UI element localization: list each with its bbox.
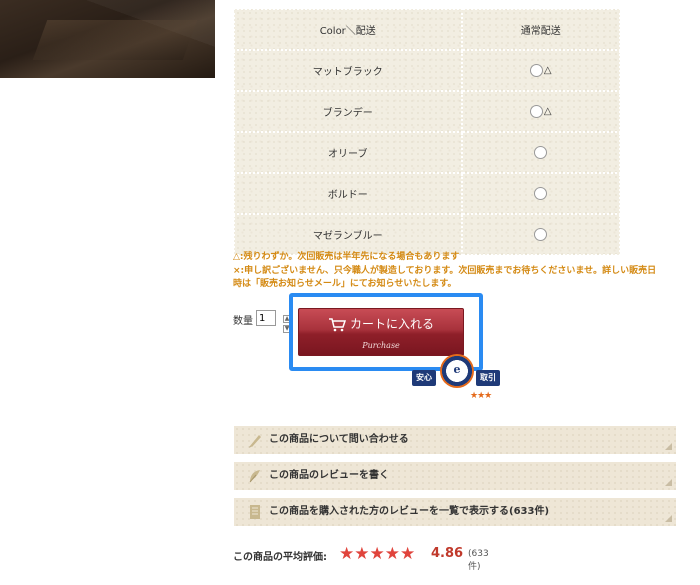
- corner-arrow-icon: [665, 443, 672, 450]
- header-color: Color＼配送: [233, 8, 463, 51]
- inquiry-label: この商品について問い合わせる: [269, 434, 409, 445]
- seal-emblem-icon: e: [440, 354, 474, 388]
- add-to-cart-button[interactable]: カートに入れる Purchase: [298, 308, 464, 356]
- color-radio[interactable]: [529, 105, 543, 118]
- seal-left-text: 安心: [412, 370, 436, 386]
- table-header-row: Color＼配送 通常配送: [233, 8, 621, 51]
- rating-stars: ★★★★★: [339, 544, 416, 564]
- feather-icon: [249, 470, 260, 483]
- note-sold-out-cont: 時は「販売お知らせメール」にてお知らせいたします。: [233, 279, 457, 289]
- shopping-cart-icon: [328, 317, 346, 331]
- product-image: [0, 0, 215, 78]
- write-review-link[interactable]: この商品のレビューを書く: [234, 462, 676, 490]
- header-shipping: 通常配送: [460, 8, 621, 51]
- note-sold-out: ×:申し訳ございません、只今職人が製造しております。次回販売までお待ちくださいま…: [233, 265, 657, 276]
- seal-right-text: 取引: [476, 370, 500, 386]
- trust-seal: 安心 e 取引 ★★★: [412, 354, 500, 404]
- table-row: マットブラック △: [233, 49, 621, 92]
- table-row: ブランデー △: [233, 90, 621, 133]
- table-row: マゼランブルー: [233, 213, 621, 256]
- color-name: オリーブ: [233, 131, 463, 174]
- cart-button-sublabel: Purchase: [362, 341, 400, 350]
- pen-icon: [249, 435, 261, 448]
- color-radio[interactable]: [534, 228, 548, 241]
- table-row: ボルドー: [233, 172, 621, 215]
- color-name: マットブラック: [233, 49, 463, 92]
- color-name: ブランデー: [233, 90, 463, 133]
- seal-stars: ★★★: [470, 391, 492, 401]
- note-few-left: △:残りわずか。次回販売は半年先になる場合もあります: [233, 252, 460, 262]
- stock-notes: △:残りわずか。次回販売は半年先になる場合もあります ×:申し訳ございません、只…: [233, 251, 693, 292]
- cart-button-label: カートに入れる: [349, 317, 434, 331]
- document-icon: [250, 505, 260, 519]
- inquiry-link[interactable]: この商品について問い合わせる: [234, 426, 676, 454]
- table-row: オリーブ: [233, 131, 621, 174]
- quantity-input[interactable]: [256, 310, 276, 326]
- color-radio[interactable]: [534, 187, 548, 200]
- rating-label: この商品の平均評価:: [233, 552, 327, 563]
- color-name: マゼランブルー: [233, 213, 463, 256]
- stock-mark: △: [543, 105, 552, 117]
- quantity-label: 数量: [233, 316, 253, 327]
- write-review-label: この商品のレビューを書く: [269, 470, 389, 481]
- color-name: ボルドー: [233, 172, 463, 215]
- corner-arrow-icon: [665, 479, 672, 486]
- review-list-link[interactable]: この商品を購入された方のレビューを一覧で表示する(633件): [234, 498, 676, 526]
- rating-count: (633件): [468, 549, 489, 572]
- corner-arrow-icon: [665, 515, 672, 522]
- stock-mark: △: [543, 64, 552, 76]
- color-radio[interactable]: [529, 64, 543, 77]
- seal-center-text: e: [453, 363, 461, 376]
- rating-score: 4.86: [431, 546, 464, 561]
- color-shipping-table: Color＼配送 通常配送 マットブラック △ ブランデー △ オリーブ ボルド…: [233, 8, 621, 256]
- color-radio[interactable]: [534, 146, 548, 159]
- review-list-label: この商品を購入された方のレビューを一覧で表示する(633件): [269, 506, 550, 517]
